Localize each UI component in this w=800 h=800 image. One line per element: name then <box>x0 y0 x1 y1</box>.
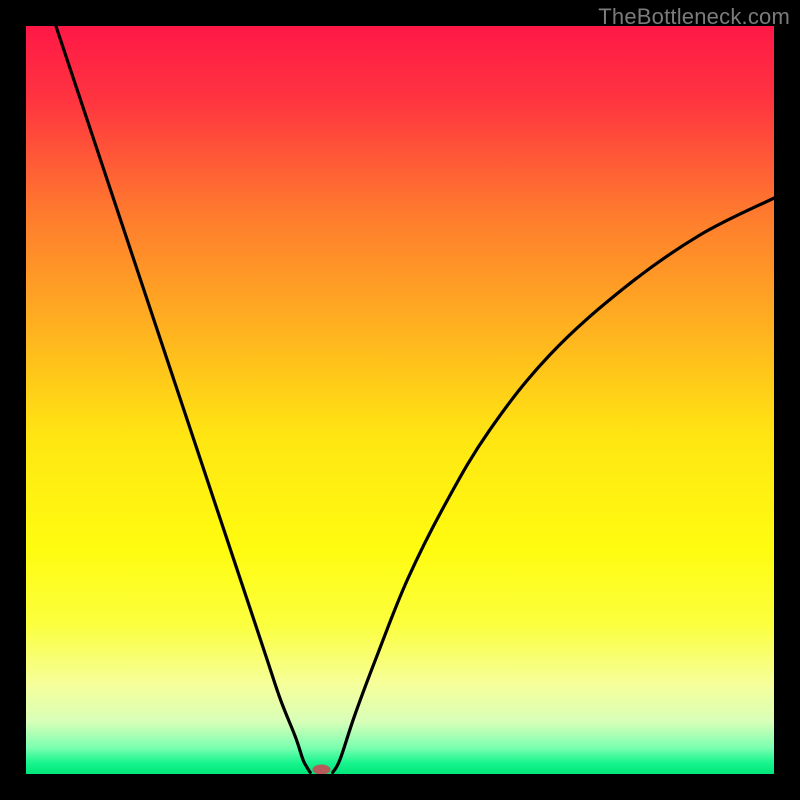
chart-background <box>26 26 774 774</box>
watermark-label: TheBottleneck.com <box>598 4 790 30</box>
bottleneck-chart <box>26 26 774 774</box>
chart-frame <box>26 26 774 774</box>
